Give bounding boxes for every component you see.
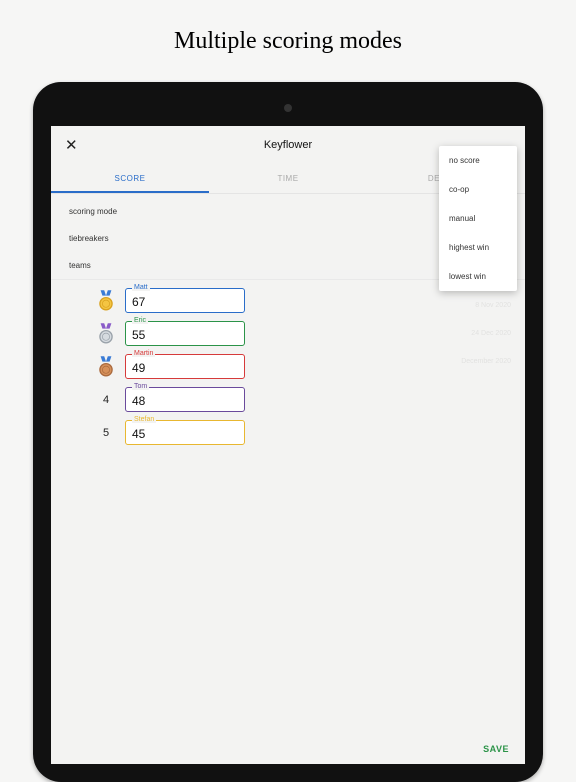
ghost-date: 24 Dec 2020: [461, 330, 511, 337]
silver-medal-icon: [95, 323, 117, 345]
device-camera: [284, 104, 292, 112]
save-button[interactable]: SAVE: [483, 744, 509, 754]
rank-number: 4: [95, 394, 117, 406]
score-field[interactable]: Matt67: [125, 288, 245, 313]
dropdown-item-lowest-win[interactable]: lowest win: [439, 262, 517, 291]
player-name: Tom: [132, 383, 149, 390]
dropdown-item-highest-win[interactable]: highest win: [439, 233, 517, 262]
player-score: 49: [132, 361, 238, 375]
player-name: Matt: [132, 284, 150, 291]
tablet-frame: ✕ Keyflower SCORETIMEDETAILS scoring mod…: [33, 82, 543, 782]
score-field[interactable]: Tom48: [125, 387, 245, 412]
players-list: Matt67 Eric55 Martin494Tom485Stefan45: [51, 288, 525, 445]
score-field[interactable]: Stefan45: [125, 420, 245, 445]
dropdown-item-manual[interactable]: manual: [439, 204, 517, 233]
ghost-date: 8 Nov 2020: [461, 302, 511, 309]
app-screen: ✕ Keyflower SCORETIMEDETAILS scoring mod…: [51, 126, 525, 764]
tab-score[interactable]: SCORE: [51, 166, 209, 193]
score-field[interactable]: Eric55: [125, 321, 245, 346]
player-row: 5 Stefan45: [95, 420, 525, 445]
rank-number: 5: [95, 427, 117, 439]
dropdown-item-no-score[interactable]: no score: [439, 146, 517, 175]
player-name: Martin: [132, 350, 155, 357]
player-score: 45: [132, 427, 238, 441]
tab-time[interactable]: TIME: [209, 166, 367, 193]
player-name: Stefan: [132, 416, 156, 423]
player-name: Eric: [132, 317, 148, 324]
bronze-medal-icon: [95, 356, 117, 378]
page-heading: Multiple scoring modes: [0, 0, 576, 73]
ghost-date: December 2020: [461, 358, 511, 365]
dropdown-item-co-op[interactable]: co-op: [439, 175, 517, 204]
gold-medal-icon: [95, 290, 117, 312]
player-row: 4 Tom48: [95, 387, 525, 412]
player-score: 48: [132, 394, 238, 408]
player-score: 67: [132, 295, 238, 309]
score-field[interactable]: Martin49: [125, 354, 245, 379]
player-score: 55: [132, 328, 238, 342]
scoring-mode-dropdown[interactable]: no scoreco-opmanualhighest winlowest win: [439, 146, 517, 291]
